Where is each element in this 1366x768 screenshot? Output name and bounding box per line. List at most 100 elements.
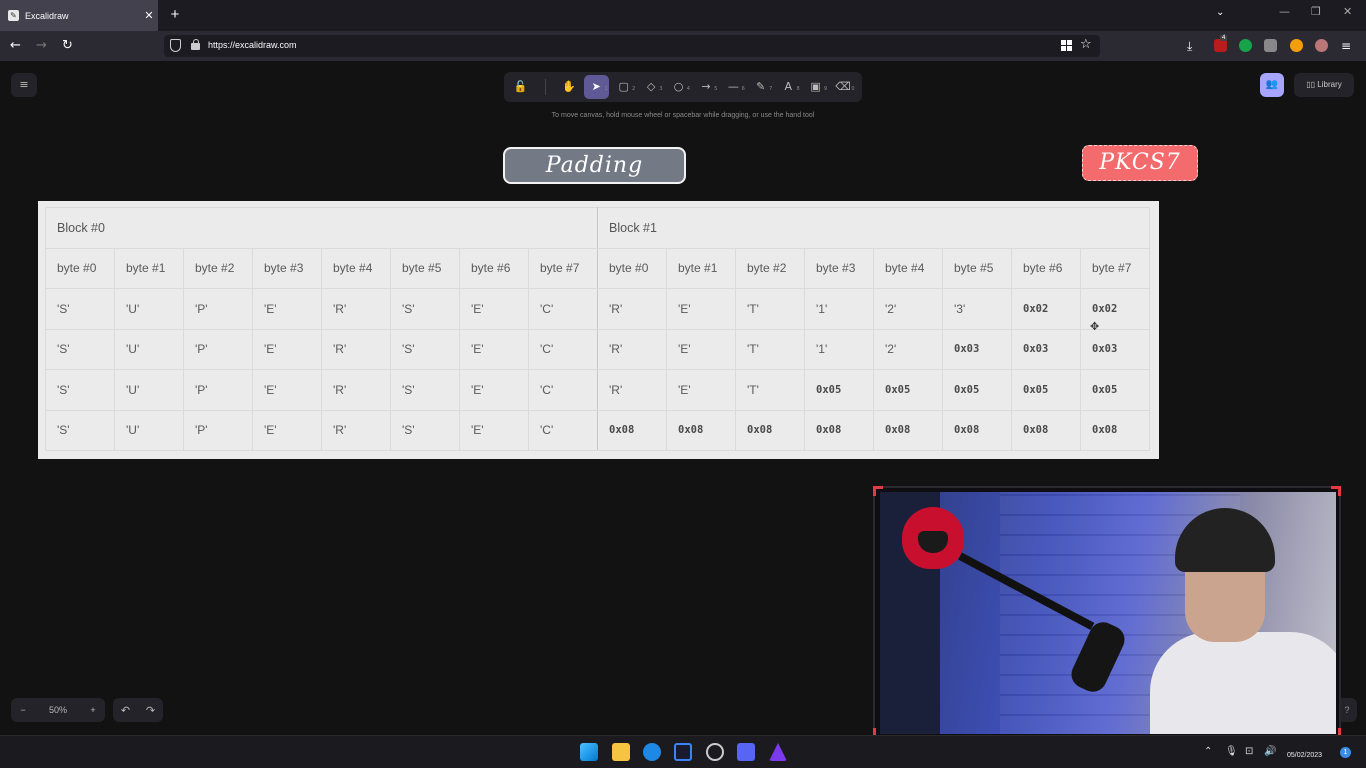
byte-header-cell: byte #1 xyxy=(666,247,736,289)
library-button[interactable]: ▯▯ Library xyxy=(1294,73,1354,97)
diamond-tool-icon[interactable]: ◇ 3 xyxy=(639,75,664,99)
draw-tool-icon[interactable]: ✎ 7 xyxy=(748,75,773,99)
line-tool-icon[interactable]: —6 xyxy=(721,75,746,99)
ellipse-tool-icon[interactable]: ○ 4 xyxy=(666,75,691,99)
notification-badge[interactable]: 1 xyxy=(1340,747,1351,758)
byte-header-cell: byte #7 xyxy=(1080,247,1150,289)
restore-icon[interactable]: ❐ xyxy=(1311,5,1321,18)
byte-header-cell: byte #6 xyxy=(1011,247,1081,289)
byte-cell: 'R' xyxy=(321,328,391,370)
tray-chevron-icon[interactable]: ⌃ xyxy=(1204,746,1212,757)
downloads-icon[interactable]: ⤓ xyxy=(1187,38,1192,54)
file-explorer-icon[interactable] xyxy=(612,743,630,761)
byte-cell: 0x08 xyxy=(666,409,736,451)
browser-nav-bar: ← → ↻ https://excalidraw.com ☆ ⤓ 4 ≡ xyxy=(0,31,1366,61)
profile-extension-icon[interactable] xyxy=(1290,39,1303,52)
byte-cell: 0x05 xyxy=(804,369,874,411)
volume-tray-icon[interactable]: 🔊 xyxy=(1264,746,1276,757)
byte-cell: 'E' xyxy=(252,409,322,451)
browser-tab[interactable]: ✎ Excalidraw ✕ xyxy=(0,0,158,31)
select-tool-icon[interactable]: ➤ 1 xyxy=(583,75,609,99)
network-tray-icon[interactable]: ⊡ xyxy=(1245,746,1253,757)
main-menu-button[interactable]: ≡ xyxy=(11,73,37,97)
windows-taskbar: ⌃ 🎙 ⊡ 🔊 05/02/2023 1 xyxy=(0,735,1366,768)
crystal-taskbar-icon[interactable] xyxy=(769,743,787,761)
forward-icon[interactable]: → xyxy=(36,38,47,54)
byte-cell: 'S' xyxy=(390,288,460,330)
taskbar-date[interactable]: 05/02/2023 xyxy=(1287,752,1322,759)
byte-cell: 0x03 xyxy=(1011,328,1081,370)
lock-icon[interactable] xyxy=(191,39,200,50)
list-all-tabs-icon[interactable]: ⌄ xyxy=(1216,7,1224,18)
firefox-taskbar-icon[interactable] xyxy=(643,743,661,761)
byte-cell: 'C' xyxy=(528,288,598,330)
byte-header-cell: byte #2 xyxy=(735,247,805,289)
account-avatar-icon[interactable] xyxy=(1315,39,1328,52)
eraser-tool-icon[interactable]: ⌫ 0 xyxy=(831,75,856,99)
byte-cell: 0x05 xyxy=(942,369,1012,411)
back-icon[interactable]: ← xyxy=(10,38,21,54)
obs-taskbar-icon[interactable] xyxy=(706,743,724,761)
byte-cell: 0x02 xyxy=(1011,288,1081,330)
live-collaboration-icon[interactable]: 👥 xyxy=(1260,73,1284,97)
hand-tool-icon[interactable]: ✋ xyxy=(556,75,581,99)
byte-cell: 0x08 xyxy=(1011,409,1081,451)
undo-icon[interactable]: ↶ xyxy=(121,704,130,717)
padding-table-frame[interactable]: Block #0 Block #1 byte #0 byte #1 byte #2 b… xyxy=(38,201,1159,459)
byte-cell: 'S' xyxy=(45,328,115,370)
byte-cell: 'C' xyxy=(528,328,598,370)
byte-header-cell: byte #0 xyxy=(597,247,667,289)
byte-cell: 'S' xyxy=(390,409,460,451)
apps-grid-icon[interactable] xyxy=(1061,40,1072,51)
byte-cell: '3' xyxy=(942,288,1012,330)
microphone-tray-icon[interactable]: 🎙 xyxy=(1225,746,1238,757)
pkcs7-shape[interactable]: PKCS7 xyxy=(1082,145,1198,181)
byte-cell: 'E' xyxy=(666,369,736,411)
byte-cell: 'U' xyxy=(114,369,184,411)
redo-icon[interactable]: ↷ xyxy=(146,704,155,717)
byte-cell: 'U' xyxy=(114,328,184,370)
extensions-puzzle-icon[interactable] xyxy=(1264,39,1277,52)
privacy-extension-icon[interactable] xyxy=(1239,39,1252,52)
rectangle-tool-icon[interactable]: ▢ 2 xyxy=(611,75,636,99)
padding-shape[interactable]: Padding xyxy=(503,147,686,184)
lock-tool-icon[interactable]: 🔓 xyxy=(508,75,533,99)
byte-header-cell: byte #4 xyxy=(873,247,943,289)
toolbar-divider xyxy=(545,79,547,95)
byte-header-cell: byte #5 xyxy=(942,247,1012,289)
byte-cell: 0x05 xyxy=(873,369,943,411)
app-taskbar-icon[interactable] xyxy=(674,743,692,761)
tab-title: Excalidraw xyxy=(25,10,69,21)
zoom-out-button[interactable]: − xyxy=(11,705,35,715)
zoom-in-button[interactable]: + xyxy=(81,705,105,715)
byte-cell: 'T' xyxy=(735,328,805,370)
byte-cell: 'R' xyxy=(321,409,391,451)
table-row: 'S' 'U' 'P' 'E' 'R' 'S' 'E' 'C' 'R' 'E' 'T' 0x05 0x0… xyxy=(45,369,1150,411)
minimize-icon[interactable]: — xyxy=(1279,5,1290,18)
tab-close-icon[interactable]: ✕ xyxy=(140,9,158,22)
canvas-hint: To move canvas, hold mouse wheel or spac… xyxy=(551,112,815,119)
bookmark-star-icon[interactable]: ☆ xyxy=(1080,37,1092,52)
frame-corner xyxy=(1331,486,1341,496)
zoom-level[interactable]: 50% xyxy=(35,705,81,715)
byte-cell: 'C' xyxy=(528,369,598,411)
url-bar[interactable]: https://excalidraw.com ☆ xyxy=(164,35,1100,57)
byte-cell: 'R' xyxy=(321,288,391,330)
arrow-tool-icon[interactable]: → 5 xyxy=(693,75,718,99)
image-tool-icon[interactable]: ▣ 9 xyxy=(803,75,828,99)
window-close-icon[interactable]: ✕ xyxy=(1343,5,1352,18)
tracking-shield-icon[interactable] xyxy=(170,39,181,52)
byte-cell: 'U' xyxy=(114,409,184,451)
url-text[interactable]: https://excalidraw.com xyxy=(208,40,297,50)
zoom-controls: − 50% + xyxy=(11,698,105,722)
start-menu-icon[interactable] xyxy=(580,743,598,761)
new-tab-button[interactable]: + xyxy=(166,6,184,24)
byte-cell: 'S' xyxy=(45,409,115,451)
byte-header-cell: byte #2 xyxy=(183,247,253,289)
sliders-taskbar-icon[interactable] xyxy=(737,743,755,761)
reload-icon[interactable]: ↻ xyxy=(62,38,73,54)
text-tool-icon[interactable]: A8 xyxy=(776,75,801,99)
browser-tab-bar: ✎ Excalidraw ✕ + ⌄ — ❐ ✕ xyxy=(0,0,1366,31)
byte-cell: 'E' xyxy=(459,328,529,370)
app-menu-icon[interactable]: ≡ xyxy=(1341,38,1351,54)
